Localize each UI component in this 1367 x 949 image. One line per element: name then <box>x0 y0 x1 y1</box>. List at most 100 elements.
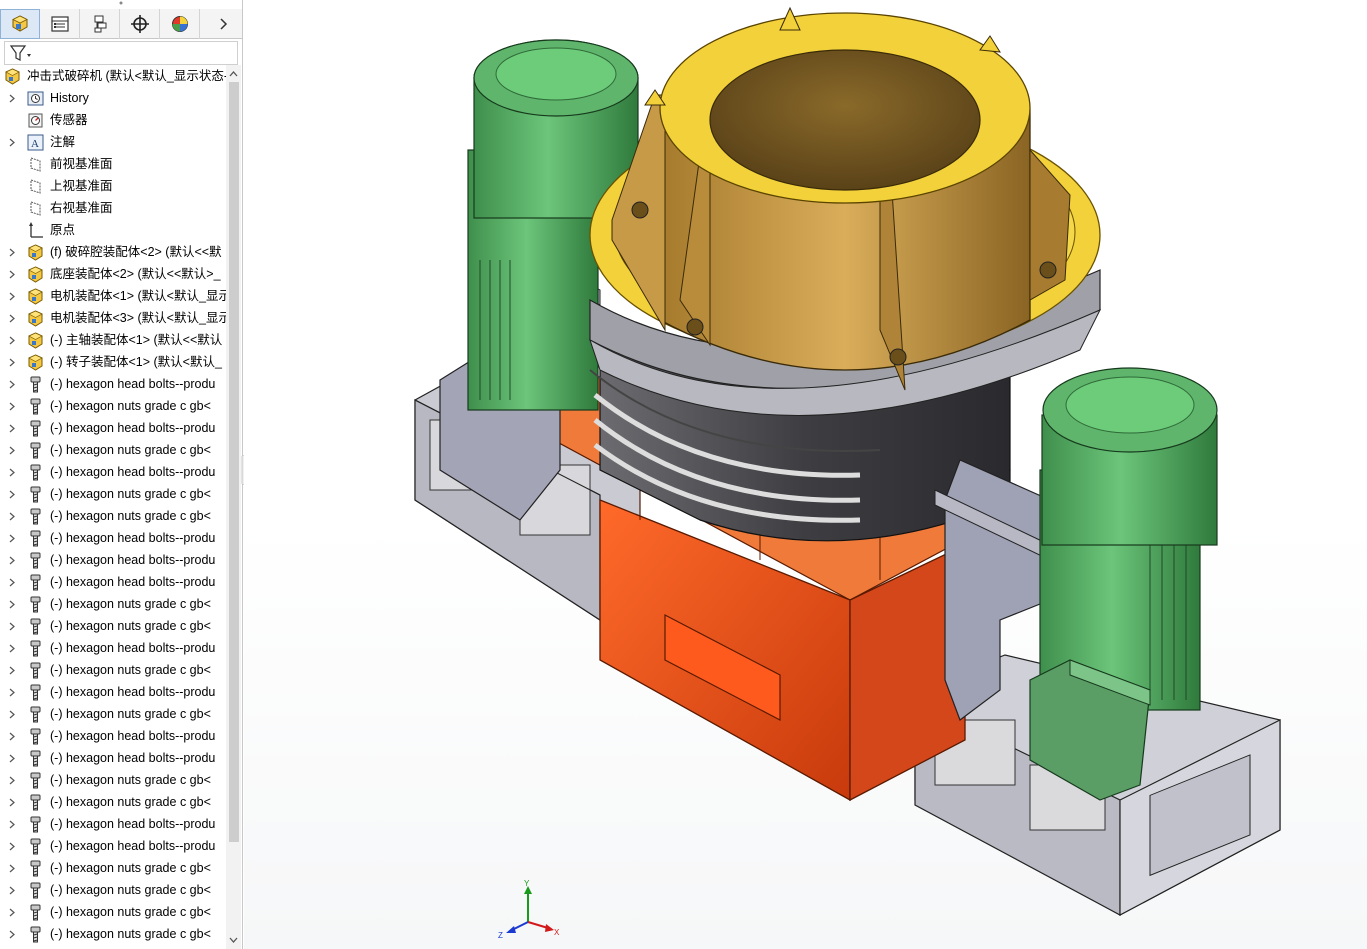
chevron-right-icon[interactable] <box>8 467 16 477</box>
chevron-right-icon[interactable] <box>8 313 16 323</box>
chevron-right-icon[interactable] <box>8 137 16 147</box>
chevron-right-icon[interactable] <box>8 863 16 873</box>
tab-featuremanager[interactable] <box>0 9 40 39</box>
graphics-area[interactable]: Y X Z <box>244 0 1367 949</box>
tree-item[interactable]: (f) 破碎腔装配体<2> (默认<<默 <box>0 241 226 263</box>
tree-item[interactable]: 电机装配体<1> (默认<默认_显示 <box>0 285 226 307</box>
chevron-right-icon[interactable] <box>8 621 16 631</box>
chevron-right-icon[interactable] <box>8 401 16 411</box>
tree-item[interactable]: (-) hexagon nuts grade c gb< <box>0 923 226 945</box>
tree-item[interactable]: (-) hexagon nuts grade c gb< <box>0 615 226 637</box>
feature-tree: 冲击式破碎机 (默认<默认_显示状态- History 传感器 A 注解前视基准面 上视… <box>0 65 226 949</box>
chevron-right-icon[interactable] <box>8 753 16 763</box>
tree-item-label: 电机装配体<1> (默认<默认_显示 <box>50 289 226 303</box>
tree-item[interactable]: (-) hexagon head bolts--produ <box>0 373 226 395</box>
bolt-icon <box>27 442 44 459</box>
tree-item[interactable]: (-) 主轴装配体<1> (默认<<默认 <box>0 329 226 351</box>
chevron-right-icon[interactable] <box>8 357 16 367</box>
chevron-right-icon[interactable] <box>8 709 16 719</box>
chevron-right-icon[interactable] <box>8 555 16 565</box>
tree-item[interactable]: A 注解 <box>0 131 226 153</box>
chevron-right-icon[interactable] <box>8 643 16 653</box>
tree-item[interactable]: (-) hexagon head bolts--produ <box>0 835 226 857</box>
tree-item[interactable]: (-) hexagon nuts grade c gb< <box>0 791 226 813</box>
tree-item[interactable]: (-) hexagon head bolts--produ <box>0 637 226 659</box>
tree-item[interactable]: (-) hexagon head bolts--produ <box>0 571 226 593</box>
tree-item[interactable]: (-) hexagon head bolts--produ <box>0 725 226 747</box>
tree-item[interactable]: (-) hexagon nuts grade c gb< <box>0 483 226 505</box>
chevron-right-icon[interactable] <box>8 533 16 543</box>
tree-item[interactable]: (-) hexagon nuts grade c gb< <box>0 857 226 879</box>
tree-item[interactable]: (-) hexagon nuts grade c gb< <box>0 769 226 791</box>
chevron-right-icon[interactable] <box>8 379 16 389</box>
tree-item-label: (-) hexagon head bolts--produ <box>50 465 216 479</box>
tree-item[interactable]: (-) hexagon nuts grade c gb< <box>0 879 226 901</box>
tab-displaymanager[interactable] <box>160 9 200 39</box>
tab-propertymanager[interactable] <box>40 9 80 39</box>
tree-root-assembly[interactable]: 冲击式破碎机 (默认<默认_显示状态- <box>0 65 226 87</box>
tree-item[interactable]: (-) hexagon head bolts--produ <box>0 549 226 571</box>
chevron-right-icon[interactable] <box>8 291 16 301</box>
tab-scroll-right[interactable] <box>203 9 242 38</box>
tree-item[interactable]: 原点 <box>0 219 226 241</box>
chevron-right-icon[interactable] <box>8 907 16 917</box>
filter-icon[interactable] <box>9 44 33 62</box>
chevron-right-icon[interactable] <box>8 269 16 279</box>
tree-item[interactable]: (-) hexagon head bolts--produ <box>0 417 226 439</box>
chevron-right-icon[interactable] <box>8 511 16 521</box>
tree-item-label: (-) hexagon nuts grade c gb< <box>50 509 211 523</box>
tree-item-label: 传感器 <box>50 113 88 127</box>
annotation-icon: A <box>27 134 44 151</box>
tree-item-label: 注解 <box>50 135 76 149</box>
tree-item[interactable]: (-) hexagon nuts grade c gb< <box>0 505 226 527</box>
chevron-right-icon[interactable] <box>8 731 16 741</box>
tree-item[interactable]: (-) hexagon head bolts--produ <box>0 747 226 769</box>
chevron-right-icon[interactable] <box>8 577 16 587</box>
chevron-right-icon[interactable] <box>8 445 16 455</box>
impact-crusher-3d-model[interactable] <box>244 0 1367 949</box>
tree-item[interactable]: 上视基准面 <box>0 175 226 197</box>
chevron-right-icon[interactable] <box>8 841 16 851</box>
tree-item[interactable]: (-) hexagon nuts grade c gb< <box>0 703 226 725</box>
tree-item[interactable]: (-) hexagon head bolts--produ <box>0 681 226 703</box>
tree-item[interactable]: 底座装配体<2> (默认<<默认>_ <box>0 263 226 285</box>
scroll-down-arrow-icon[interactable] <box>226 933 241 947</box>
chevron-right-icon[interactable] <box>8 797 16 807</box>
tree-item[interactable]: 传感器 <box>0 109 226 131</box>
chevron-right-icon[interactable] <box>8 247 16 257</box>
chevron-right-icon[interactable] <box>8 929 16 939</box>
tree-item[interactable]: History <box>0 87 226 109</box>
tree-item[interactable]: 前视基准面 <box>0 153 226 175</box>
tree-item-label: (-) hexagon nuts grade c gb< <box>50 663 211 677</box>
tree-item[interactable]: (-) 转子装配体<1> (默认<默认_ <box>0 351 226 373</box>
tree-item[interactable]: (-) hexagon nuts grade c gb< <box>0 901 226 923</box>
chevron-right-icon[interactable] <box>8 885 16 895</box>
tree-item[interactable]: (-) hexagon head bolts--produ <box>0 527 226 549</box>
tree-item[interactable]: (-) hexagon head bolts--produ <box>0 813 226 835</box>
assembly-icon <box>27 244 44 261</box>
chevron-right-icon[interactable] <box>8 665 16 675</box>
tab-dimxpertmanager[interactable] <box>120 9 160 39</box>
chevron-right-icon[interactable] <box>8 423 16 433</box>
tree-filter[interactable] <box>4 41 238 65</box>
tree-item[interactable]: 右视基准面 <box>0 197 226 219</box>
tree-item[interactable]: (-) hexagon nuts grade c gb< <box>0 659 226 681</box>
tree-item[interactable]: (-) hexagon nuts grade c gb< <box>0 395 226 417</box>
chevron-right-icon[interactable] <box>8 819 16 829</box>
chevron-right-icon[interactable] <box>8 775 16 785</box>
tree-item[interactable]: (-) hexagon nuts grade c gb< <box>0 593 226 615</box>
tree-scrollbar-thumb[interactable] <box>229 82 239 842</box>
scroll-up-arrow-icon[interactable] <box>226 67 241 81</box>
tree-item-label: (-) hexagon nuts grade c gb< <box>50 399 211 413</box>
tree-item-label: 电机装配体<3> (默认<默认_显示 <box>50 311 226 325</box>
tree-item[interactable]: (-) hexagon nuts grade c gb< <box>0 439 226 461</box>
tab-configurationmanager[interactable] <box>80 9 120 39</box>
chevron-right-icon[interactable] <box>8 335 16 345</box>
chevron-right-icon[interactable] <box>8 489 16 499</box>
tree-item[interactable]: 电机装配体<3> (默认<默认_显示 <box>0 307 226 329</box>
chevron-right-icon[interactable] <box>8 687 16 697</box>
chevron-right-icon[interactable] <box>8 599 16 609</box>
tree-item[interactable]: (-) hexagon head bolts--produ <box>0 461 226 483</box>
chevron-right-icon[interactable] <box>8 93 16 103</box>
panel-collapse-grip[interactable] <box>117 0 125 6</box>
